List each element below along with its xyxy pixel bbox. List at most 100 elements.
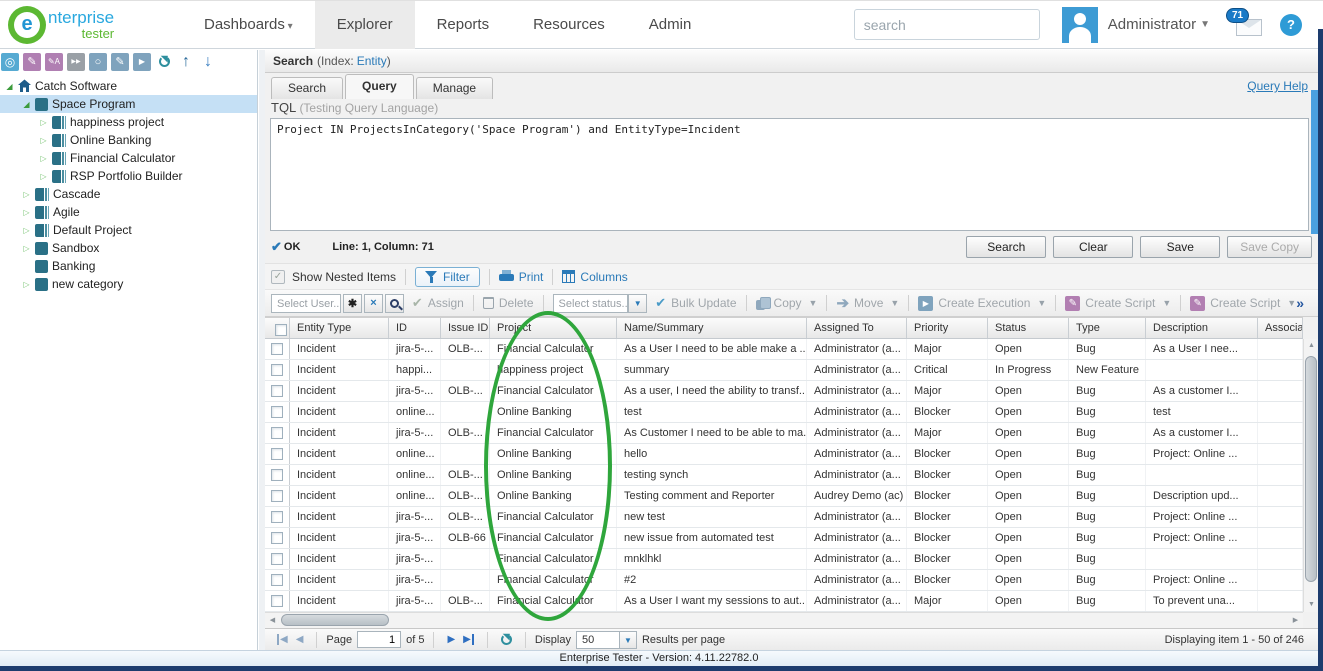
column-header-issue-id[interactable]: Issue ID — [441, 318, 490, 338]
table-row[interactable]: Incidentonline...Online BankinghelloAdmi… — [265, 444, 1303, 465]
prev-page-button[interactable]: ◀ — [296, 634, 304, 645]
user-menu[interactable]: Administrator — [1108, 16, 1196, 33]
show-nested-checkbox[interactable]: ✓ — [271, 270, 285, 284]
nav-item-reports[interactable]: Reports — [415, 1, 512, 49]
create-script-button[interactable]: ✎ Create Script ▼ — [1065, 296, 1171, 311]
save-button[interactable]: Save — [1140, 236, 1220, 258]
fast-forward-icon[interactable]: ▶▶ — [67, 53, 85, 71]
tree-item-rsp-portfolio-builder[interactable]: ▷RSP Portfolio Builder — [0, 167, 257, 185]
column-header-priority[interactable]: Priority — [907, 318, 988, 338]
table-row[interactable]: Incidentjira-5-...OLB-...Financial Calcu… — [265, 339, 1303, 360]
tab-manage[interactable]: Manage — [416, 77, 493, 99]
column-header-status[interactable]: Status — [988, 318, 1069, 338]
tree-item-happiness-project[interactable]: ▷happiness project — [0, 113, 257, 131]
scroll-left-icon[interactable]: ◀ — [265, 613, 280, 628]
row-checkbox[interactable] — [271, 532, 283, 544]
horizontal-scrollbar[interactable]: ◀ ▶ — [265, 612, 1303, 628]
find-user-button[interactable] — [385, 294, 404, 313]
tree-item-default-project[interactable]: ▷Default Project — [0, 221, 257, 239]
bulk-update-button[interactable]: ✔ Bulk Update — [655, 295, 736, 311]
table-row[interactable]: Incidentonline...Online BankingtestAdmin… — [265, 402, 1303, 423]
help-button[interactable]: ? — [1280, 14, 1302, 36]
clear-user-button[interactable]: × — [364, 294, 383, 313]
target-icon[interactable]: ◎ — [1, 53, 19, 71]
select-status-combo[interactable]: Select status... — [553, 294, 629, 313]
column-header-name-summary[interactable]: Name/Summary — [617, 318, 807, 338]
search-input[interactable] — [854, 9, 1040, 40]
toolbar-overflow-button[interactable]: » — [1296, 295, 1312, 311]
vertical-scrollbar[interactable]: ▲ ▼ — [1303, 339, 1318, 612]
row-checkbox[interactable] — [271, 385, 283, 397]
table-row[interactable]: Incidentonline...OLB-...Online BankingTe… — [265, 486, 1303, 507]
tree-toggle-icon[interactable]: ▷ — [20, 208, 33, 217]
row-checkbox[interactable] — [271, 448, 283, 460]
tree-item-online-banking[interactable]: ▷Online Banking — [0, 131, 257, 149]
nav-item-resources[interactable]: Resources — [511, 1, 627, 49]
page-number-input[interactable] — [357, 631, 401, 648]
nav-item-admin[interactable]: Admin — [627, 1, 714, 49]
avatar[interactable] — [1062, 7, 1098, 43]
app-logo[interactable]: e nterprise tester — [8, 6, 160, 44]
status-dropdown-button[interactable]: ▼ — [628, 294, 647, 313]
tree-toggle-icon[interactable]: ◢ — [20, 100, 33, 109]
save-copy-button[interactable]: Save Copy — [1227, 236, 1312, 258]
tree-toggle-icon[interactable]: ▷ — [37, 136, 50, 145]
chevron-down-icon[interactable]: ▼ — [620, 631, 637, 649]
tree-item-agile[interactable]: ▷Agile — [0, 203, 257, 221]
tree-toggle-icon[interactable]: ▷ — [20, 280, 33, 289]
tql-query-editor[interactable]: Project IN ProjectsInCategory('Space Pro… — [270, 118, 1309, 231]
copy-button[interactable]: Copy ▼ — [756, 296, 818, 310]
move-down-icon[interactable]: ↓ — [199, 53, 217, 71]
column-header-entity-type[interactable]: Entity Type — [290, 318, 389, 338]
last-page-button[interactable]: ▶ — [463, 634, 474, 645]
query-help-link[interactable]: Query Help — [1247, 79, 1308, 93]
move-button[interactable]: ➔ Move ▼ — [836, 294, 899, 312]
edit-run-icon[interactable]: ✎ — [111, 53, 129, 71]
column-header-project[interactable]: Project — [490, 318, 617, 338]
delete-button[interactable]: Delete — [483, 296, 534, 310]
tree-toggle-icon[interactable]: ▷ — [20, 244, 33, 253]
create-script-button-2[interactable]: ✎ Create Script ▼ — [1190, 296, 1296, 311]
edit-text-icon[interactable]: ✎A — [45, 53, 63, 71]
table-row[interactable]: Incidentjira-5-...OLB-66Financial Calcul… — [265, 528, 1303, 549]
editor-scrollbar[interactable] — [1311, 90, 1318, 234]
table-row[interactable]: Incidentjira-5-...Financial Calculator#2… — [265, 570, 1303, 591]
tree-item-catch-software[interactable]: ◢Catch Software — [0, 77, 257, 95]
columns-button[interactable]: Columns — [562, 270, 627, 284]
table-row[interactable]: Incidentjira-5-...Financial Calculatormn… — [265, 549, 1303, 570]
assign-button[interactable]: ✔ Assign — [412, 295, 464, 311]
tree-toggle-icon[interactable]: ▷ — [20, 190, 33, 199]
row-checkbox[interactable] — [271, 574, 283, 586]
print-button[interactable]: Print — [499, 270, 544, 284]
move-up-icon[interactable]: ↑ — [177, 53, 195, 71]
tree-toggle-icon[interactable]: ◢ — [3, 82, 16, 91]
clear-button[interactable]: Clear — [1053, 236, 1133, 258]
tree-item-space-program[interactable]: ◢Space Program — [0, 95, 257, 113]
first-page-button[interactable]: ◀ — [277, 634, 288, 645]
horizontal-scroll-thumb[interactable] — [281, 614, 389, 626]
tree-item-financial-calculator[interactable]: ▷Financial Calculator — [0, 149, 257, 167]
filter-button[interactable]: Filter — [415, 267, 480, 287]
column-header-type[interactable]: Type — [1069, 318, 1146, 338]
tree-toggle-icon[interactable]: ▷ — [37, 118, 50, 127]
row-checkbox[interactable] — [271, 511, 283, 523]
table-row[interactable]: Incidentjira-5-...OLB-...Financial Calcu… — [265, 591, 1303, 612]
index-link[interactable]: Entity — [357, 54, 387, 68]
record-icon[interactable]: ○ — [89, 53, 107, 71]
table-row[interactable]: Incidentjira-5-...OLB-...Financial Calcu… — [265, 381, 1303, 402]
column-header-description[interactable]: Description — [1146, 318, 1258, 338]
refresh-icon[interactable] — [155, 53, 173, 71]
scroll-down-icon[interactable]: ▼ — [1304, 598, 1319, 612]
row-checkbox[interactable] — [271, 343, 283, 355]
column-header-assigned-to[interactable]: Assigned To — [807, 318, 907, 338]
row-checkbox[interactable] — [271, 427, 283, 439]
row-checkbox[interactable] — [271, 406, 283, 418]
tree-item-sandbox[interactable]: ▷Sandbox — [0, 239, 257, 257]
tree-toggle-icon[interactable]: ▷ — [37, 154, 50, 163]
row-checkbox[interactable] — [271, 469, 283, 481]
table-row[interactable]: Incidenthappi...happiness projectsummary… — [265, 360, 1303, 381]
table-row[interactable]: Incidentonline...OLB-...Online Bankingte… — [265, 465, 1303, 486]
tree-item-banking[interactable]: Banking — [0, 257, 257, 275]
vertical-scroll-thumb[interactable] — [1305, 356, 1317, 582]
create-execution-button[interactable]: ▶ Create Execution ▼ — [918, 296, 1046, 311]
